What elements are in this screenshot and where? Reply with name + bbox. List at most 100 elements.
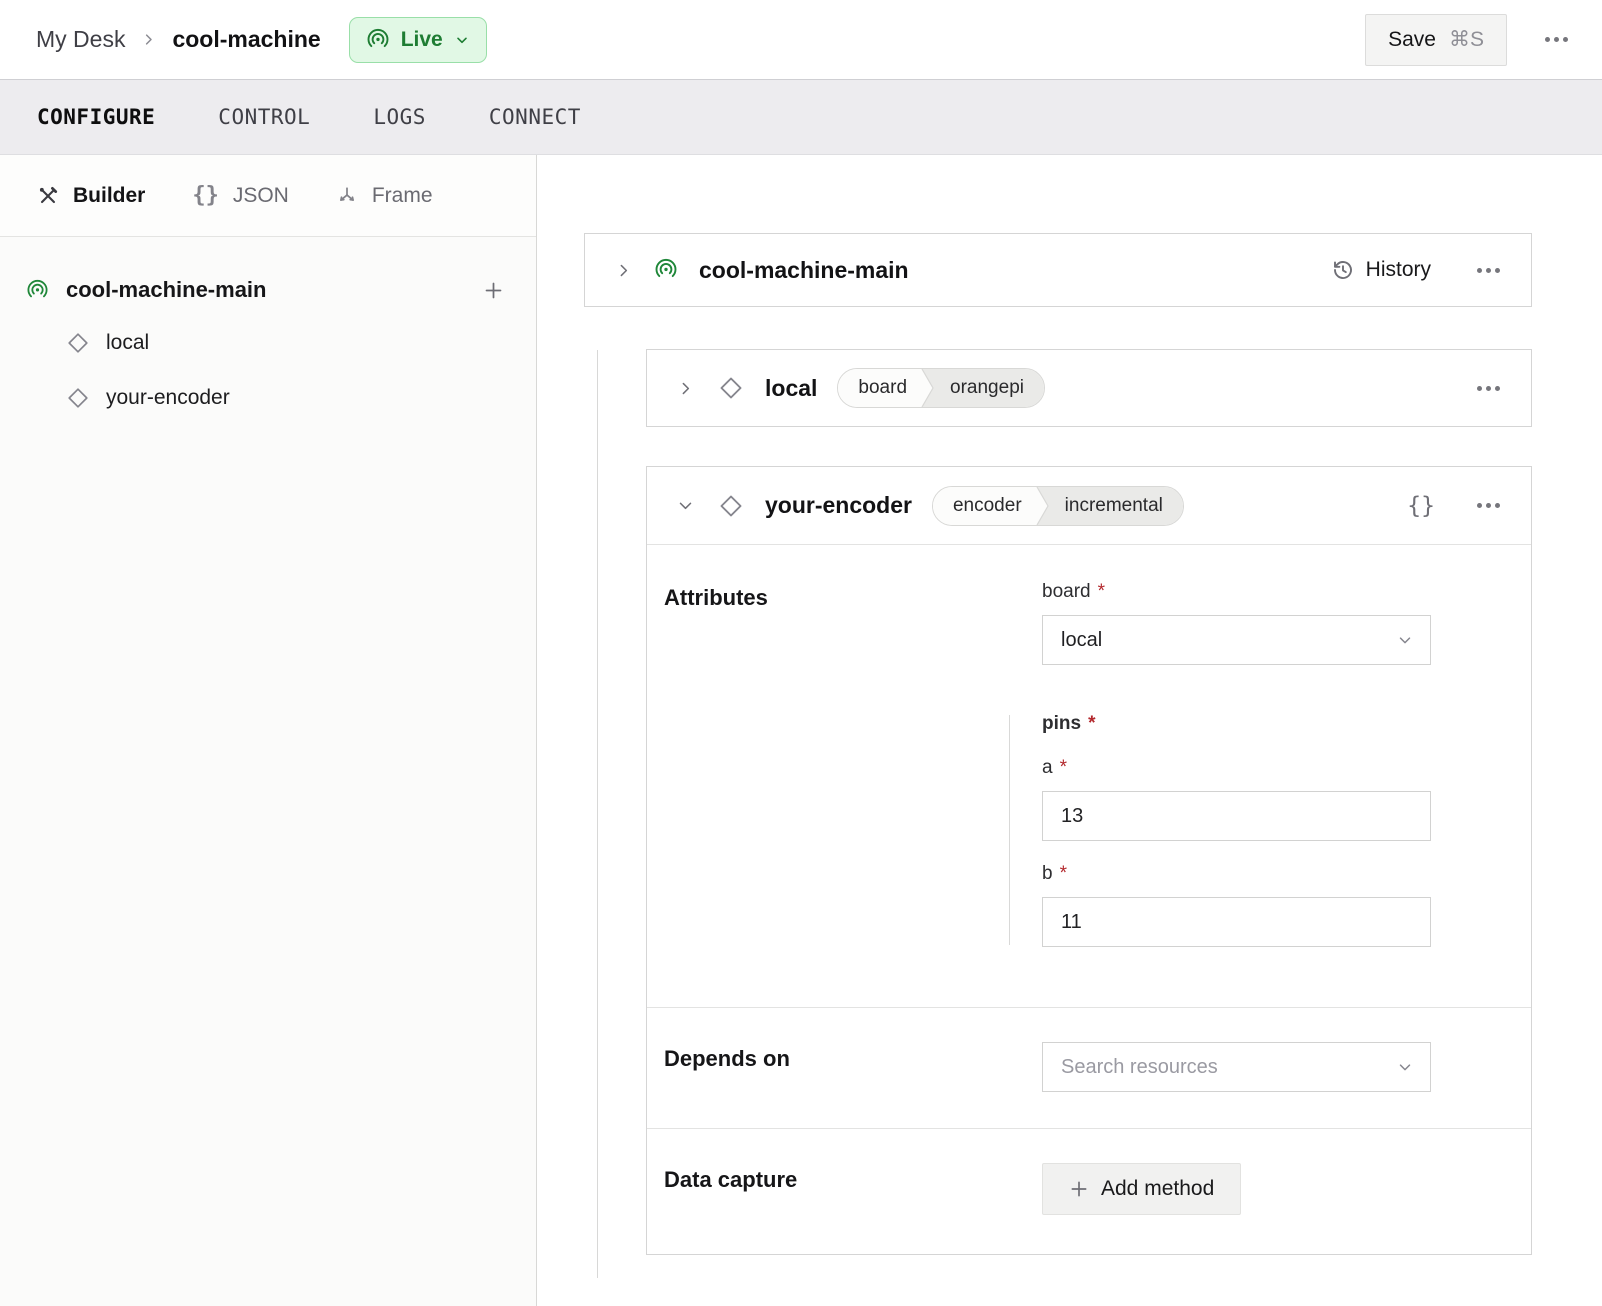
pins-group-label: pins *	[1042, 713, 1431, 735]
mode-json-label: JSON	[233, 184, 289, 208]
history-button[interactable]: History	[1331, 258, 1431, 282]
depends-on-select[interactable]: Search resources	[1042, 1042, 1431, 1092]
component-model: incremental	[1053, 487, 1183, 525]
board-select-value: local	[1061, 629, 1102, 652]
mode-builder[interactable]: Builder	[37, 184, 145, 208]
add-resource-button[interactable]	[481, 278, 506, 303]
tree-item-label: your-encoder	[106, 386, 230, 410]
machine-part-menu-button[interactable]	[1473, 262, 1504, 279]
header-actions: Save ⌘S	[1365, 14, 1572, 66]
history-clock-icon	[1331, 258, 1355, 282]
config-sidebar: Builder {} JSON Frame	[0, 155, 537, 1306]
tree-item-label: cool-machine-main	[66, 277, 266, 303]
attributes-heading: Attributes	[664, 585, 1042, 947]
machine-part-icon	[366, 28, 390, 52]
machine-part-icon	[26, 279, 49, 302]
field-label-text: pins	[1042, 713, 1081, 735]
badge-chevron-divider	[1034, 487, 1053, 525]
component-type: encoder	[933, 487, 1034, 525]
component-type: board	[838, 369, 919, 407]
field-label-text: b	[1042, 863, 1053, 885]
machine-part-card-header: cool-machine-main History	[585, 234, 1531, 306]
chevron-down-icon	[1396, 631, 1414, 649]
add-method-label: Add method	[1101, 1177, 1214, 1201]
component-title: local	[765, 375, 817, 402]
save-shortcut-hint: ⌘S	[1449, 27, 1484, 52]
component-diamond-icon	[66, 386, 90, 410]
tree-connector-line	[597, 350, 598, 1278]
breadcrumb-current: cool-machine	[172, 26, 320, 53]
board-field-label: board *	[1042, 581, 1431, 603]
data-capture-section: Data capture Add method	[647, 1128, 1531, 1215]
tab-configure[interactable]: CONFIGURE	[37, 105, 155, 129]
mode-frame[interactable]: Frame	[336, 184, 433, 208]
tree-item-your-encoder[interactable]: your-encoder	[66, 370, 506, 425]
app-header: My Desk cool-machine Live Save ⌘	[0, 0, 1602, 79]
save-button[interactable]: Save ⌘S	[1365, 14, 1507, 66]
pin-b-input[interactable]	[1042, 897, 1431, 947]
component-diamond-icon	[718, 493, 744, 519]
mode-frame-label: Frame	[372, 184, 433, 208]
machine-config-page: My Desk cool-machine Live Save ⌘	[0, 0, 1602, 1306]
header-overflow-menu-button[interactable]	[1541, 31, 1572, 48]
tools-icon	[37, 185, 59, 207]
pin-a-label: a *	[1042, 757, 1431, 779]
data-capture-heading: Data capture	[664, 1167, 1042, 1215]
required-asterisk: *	[1060, 757, 1067, 779]
component-model: orangepi	[938, 369, 1044, 407]
required-asterisk: *	[1088, 713, 1095, 735]
live-status-label: Live	[401, 28, 443, 52]
resource-tree: cool-machine-main local your-encoder	[0, 237, 536, 425]
component-menu-button[interactable]	[1473, 380, 1504, 397]
component-diamond-icon	[66, 331, 90, 355]
component-card-header: your-encoder encoder incremental {}	[647, 467, 1531, 545]
plus-icon	[1069, 1179, 1089, 1199]
depends-on-heading: Depends on	[664, 1046, 1042, 1092]
collapse-chevron-down-icon[interactable]	[674, 497, 696, 514]
pin-b-label: b *	[1042, 863, 1431, 885]
tab-control[interactable]: CONTROL	[218, 105, 310, 129]
required-asterisk: *	[1060, 863, 1067, 885]
machine-part-title: cool-machine-main	[699, 257, 909, 284]
component-menu-button[interactable]	[1473, 497, 1504, 514]
board-select[interactable]: local	[1042, 615, 1431, 665]
chevron-down-icon	[1396, 1058, 1414, 1076]
live-status-dropdown[interactable]: Live	[349, 17, 487, 63]
pin-a-input[interactable]	[1042, 791, 1431, 841]
breadcrumb-chevron-icon	[141, 32, 156, 47]
depends-on-section: Depends on Search resources	[647, 1007, 1531, 1092]
pins-group: pins * a *	[1042, 713, 1431, 947]
breadcrumb: My Desk cool-machine	[36, 26, 321, 53]
tree-item-local[interactable]: local	[66, 315, 506, 370]
frame-axes-icon	[336, 185, 358, 207]
chevron-down-icon	[454, 32, 470, 48]
breadcrumb-parent-link[interactable]: My Desk	[36, 26, 125, 53]
pin-a-field: a *	[1042, 757, 1431, 841]
tab-logs[interactable]: LOGS	[373, 105, 426, 129]
component-card-local: local board orangepi	[646, 349, 1532, 427]
add-method-button[interactable]: Add method	[1042, 1163, 1241, 1215]
tab-connect[interactable]: CONNECT	[489, 105, 581, 129]
field-label-text: board	[1042, 581, 1091, 603]
badge-chevron-divider	[919, 369, 938, 407]
expand-chevron-right-icon[interactable]	[674, 380, 696, 397]
tree-item-machine-part[interactable]: cool-machine-main	[26, 265, 506, 315]
pin-b-field: b *	[1042, 863, 1431, 947]
depends-on-placeholder: Search resources	[1061, 1056, 1218, 1079]
save-button-label: Save	[1388, 28, 1436, 52]
config-main-panel: cool-machine-main History	[537, 155, 1602, 1306]
component-type-badge: encoder incremental	[932, 486, 1184, 526]
component-title: your-encoder	[765, 492, 912, 519]
component-diamond-icon	[718, 375, 744, 401]
braces-icon: {}	[192, 183, 219, 208]
component-card-your-encoder: your-encoder encoder incremental {}	[646, 466, 1532, 1255]
expand-chevron-right-icon[interactable]	[612, 262, 634, 279]
mode-builder-label: Builder	[73, 184, 145, 208]
mode-json[interactable]: {} JSON	[192, 183, 289, 208]
attributes-section: Attributes board * local	[647, 545, 1531, 947]
field-label-text: a	[1042, 757, 1053, 779]
json-toggle-button[interactable]: {}	[1407, 493, 1435, 519]
required-asterisk: *	[1098, 581, 1105, 603]
machine-part-card: cool-machine-main History	[584, 233, 1532, 307]
component-card-header: local board orangepi	[647, 350, 1531, 426]
